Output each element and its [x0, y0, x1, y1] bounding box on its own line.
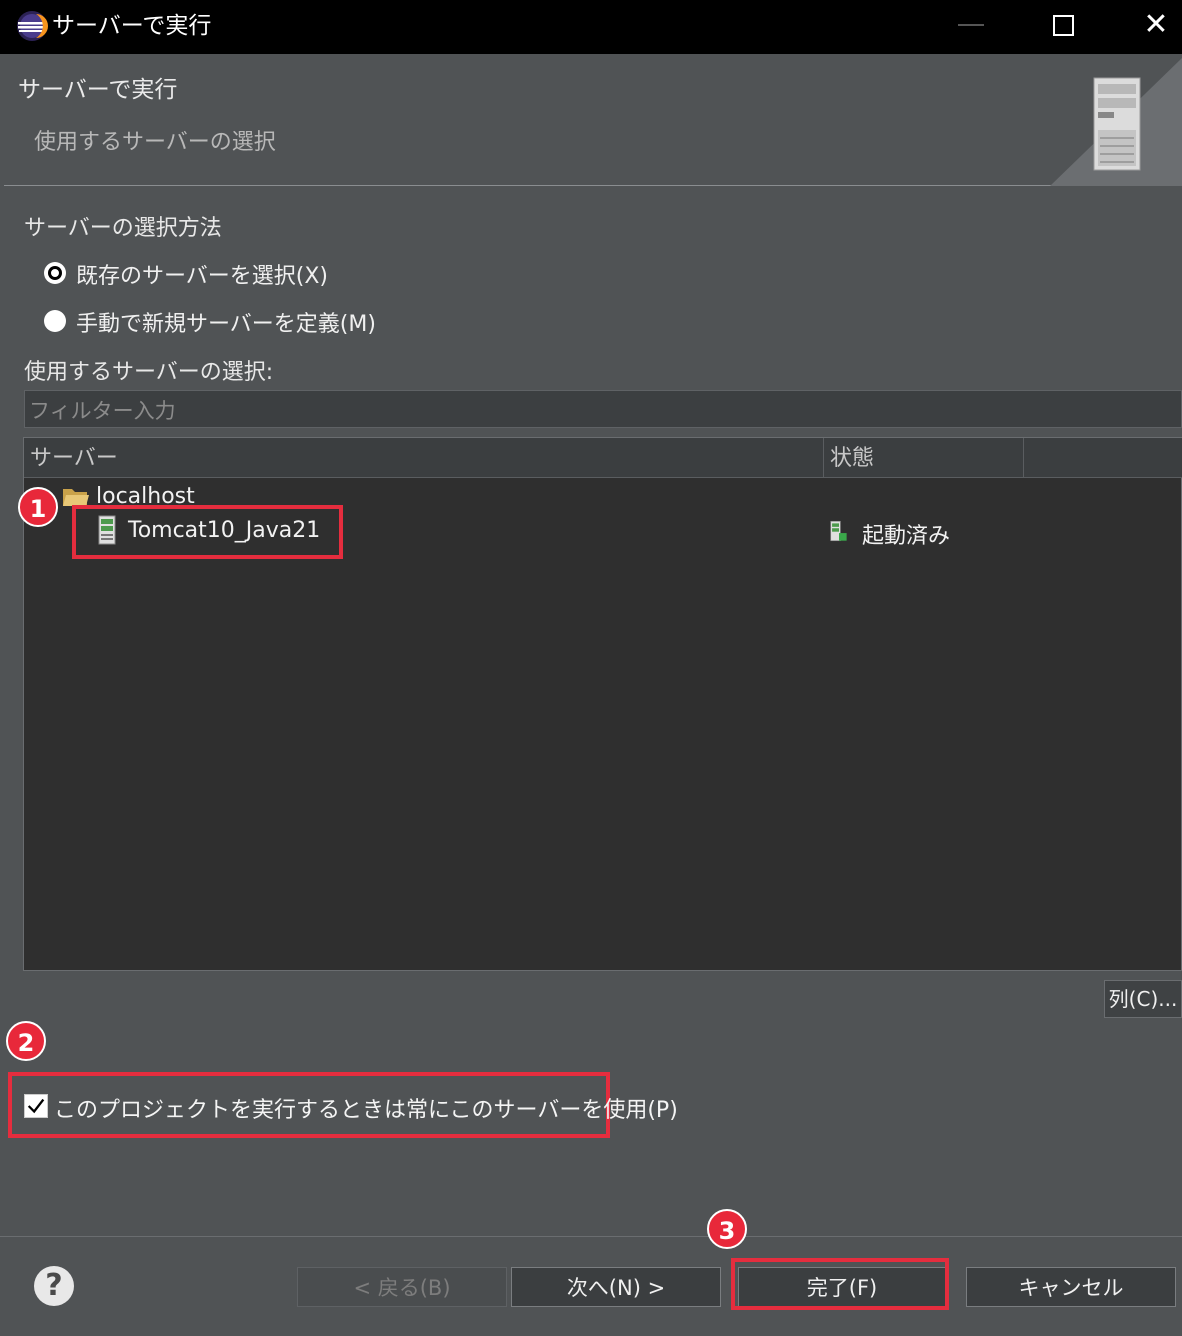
radio-existing-server-label[interactable]: 既存のサーバーを選択(X) [76, 258, 328, 290]
help-icon[interactable]: ? [34, 1266, 74, 1306]
column-header-status[interactable]: 状態 [824, 438, 1024, 478]
cancel-button[interactable]: キャンセル [966, 1267, 1176, 1307]
callout-2: 2 [6, 1021, 46, 1061]
highlight-box-server [72, 505, 343, 559]
dialog-header [4, 54, 1182, 186]
minimize-button[interactable] [958, 24, 984, 26]
always-use-checkbox[interactable] [24, 1094, 48, 1118]
dialog-title: サーバーで実行 [18, 77, 178, 103]
callout-1: 1 [18, 487, 58, 527]
close-button[interactable]: ✕ [1140, 8, 1172, 42]
radio-new-server[interactable] [44, 310, 66, 332]
eclipse-app-icon [17, 11, 48, 41]
window-title: サーバーで実行 [52, 13, 212, 39]
selection-method-label: サーバーの選択方法 [24, 216, 222, 241]
highlight-box-finish [731, 1258, 949, 1310]
maximize-button[interactable] [1053, 15, 1074, 36]
filter-input[interactable]: フィルター入力 [24, 390, 1182, 428]
server-select-label: 使用するサーバーの選択: [24, 360, 274, 385]
server-started-icon [830, 520, 847, 542]
always-use-label[interactable]: このプロジェクトを実行するときは常にこのサーバーを使用(P) [54, 1092, 678, 1124]
dialog-subtitle: 使用するサーバーの選択 [34, 130, 276, 155]
server-banner-icon [1050, 58, 1182, 186]
next-button[interactable]: 次へ(N) > [511, 1267, 721, 1307]
server-status: 起動済み [862, 524, 951, 549]
column-header-server[interactable]: サーバー [24, 438, 824, 478]
radio-existing-server[interactable] [44, 262, 66, 284]
radio-new-server-label[interactable]: 手動で新規サーバーを定義(M) [76, 306, 376, 338]
footer-separator [0, 1236, 1182, 1237]
callout-3: 3 [707, 1209, 747, 1249]
columns-button[interactable]: 列(C)... [1104, 980, 1182, 1018]
back-button[interactable]: < 戻る(B) [297, 1267, 507, 1307]
